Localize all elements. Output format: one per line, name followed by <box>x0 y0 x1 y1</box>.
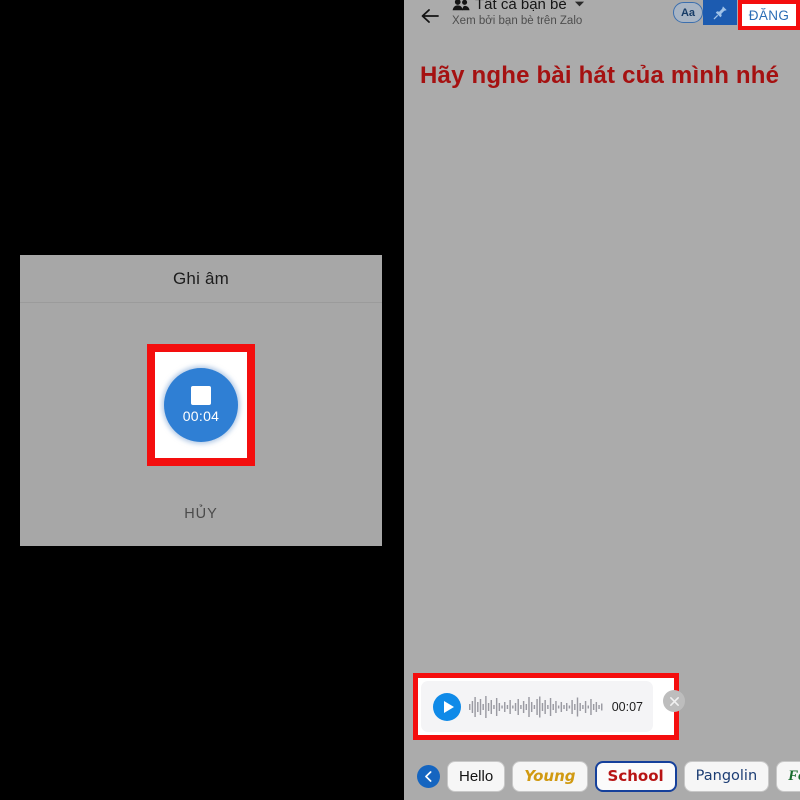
font-chip-hello[interactable]: Hello <box>447 760 506 792</box>
composer-header: Tất cả bạn bè Xem bởi bạn bè trên Zalo A… <box>404 0 800 36</box>
recording-dialog: Ghi âm 00:04 HỦY <box>20 255 382 546</box>
remove-audio-button[interactable] <box>663 690 685 712</box>
collapse-font-bar-button[interactable] <box>417 764 440 788</box>
post-button-label: ĐĂNG <box>748 7 790 23</box>
screenshot-root: Ghi âm 00:04 HỦY Tất cả bạn bè Xem bởi b… <box>0 0 800 800</box>
dialog-title-bar: Ghi âm <box>20 255 382 303</box>
dialog-body: 00:04 <box>20 303 382 506</box>
dialog-footer: HỦY <box>20 506 382 545</box>
font-chip-pangolin[interactable]: Pangolin <box>683 760 770 792</box>
left-pane-background: Ghi âm 00:04 HỦY <box>0 0 404 800</box>
font-style-bar: Hello Young School Pangolin Fountain <box>404 752 800 800</box>
post-text-content[interactable]: Hãy nghe bài hát của mình nhé <box>420 62 800 91</box>
audio-player[interactable]: 00:07 <box>421 681 685 732</box>
group-people-icon <box>452 0 470 10</box>
audio-attachment-highlight: 00:07 <box>413 673 685 740</box>
post-button[interactable]: ĐĂNG <box>738 0 800 30</box>
recording-elapsed-time: 00:04 <box>182 407 220 424</box>
cancel-button[interactable]: HỦY <box>184 506 218 522</box>
stop-square-icon <box>191 385 211 405</box>
audience-label: Tất cả bạn bè <box>475 0 567 13</box>
audience-row: Tất cả bạn bè <box>452 0 585 14</box>
close-x-icon <box>669 696 679 706</box>
back-arrow-icon[interactable] <box>418 4 442 28</box>
font-chip-fountain[interactable]: Fountain <box>776 760 800 792</box>
pin-icon <box>713 6 727 20</box>
play-icon <box>443 700 454 713</box>
chevron-left-icon <box>425 770 432 782</box>
chevron-down-icon <box>574 1 584 7</box>
dialog-title: Ghi âm <box>173 268 229 288</box>
pin-button[interactable] <box>703 0 737 25</box>
record-button-highlight: 00:04 <box>147 343 255 466</box>
font-chip-young[interactable]: Young <box>512 760 588 792</box>
font-toggle-button[interactable]: Aa <box>673 2 703 23</box>
audience-subtitle: Xem bởi bạn bè trên Zalo <box>452 15 583 27</box>
post-composer-pane: Tất cả bạn bè Xem bởi bạn bè trên Zalo A… <box>404 0 800 800</box>
audio-waveform <box>469 695 603 718</box>
play-button[interactable] <box>433 692 461 721</box>
stop-recording-button[interactable]: 00:04 <box>164 367 238 442</box>
header-actions: Aa ĐĂNG <box>673 0 800 30</box>
audience-selector[interactable]: Tất cả bạn bè Xem bởi bạn bè trên Zalo <box>452 0 585 27</box>
audio-duration: 00:07 <box>611 699 643 714</box>
font-chip-school[interactable]: School <box>594 760 677 792</box>
